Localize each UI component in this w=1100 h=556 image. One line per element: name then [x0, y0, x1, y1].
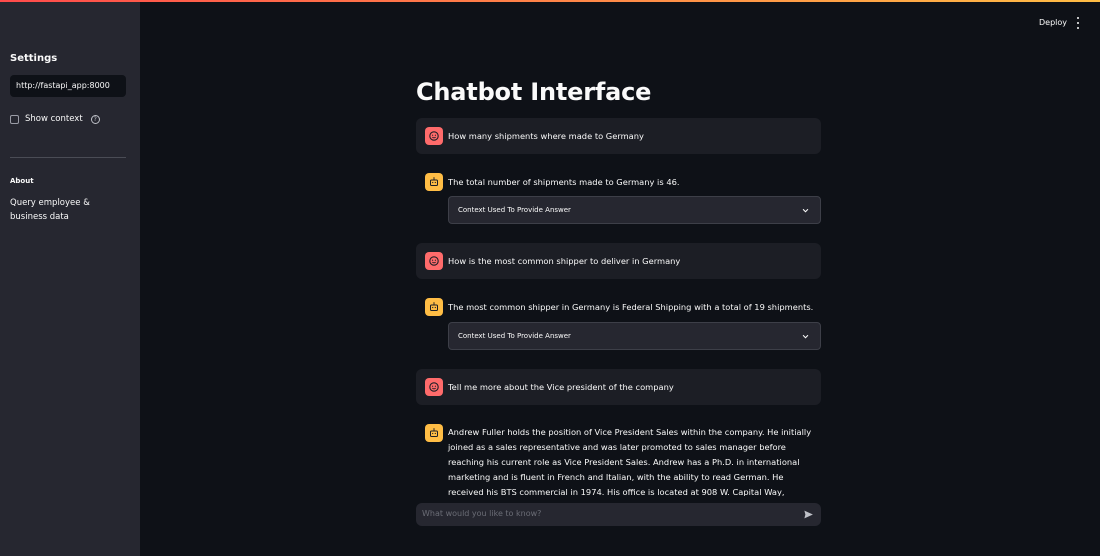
chat-message-assistant: The most common shipper in Germany is Fe… [416, 298, 821, 350]
chat-message-assistant: The total number of shipments made to Ge… [416, 173, 821, 225]
user-avatar-icon [425, 127, 443, 145]
top-accent-bar [0, 0, 1100, 2]
show-context-label: Show context [25, 114, 83, 124]
page-title: Chatbot Interface [416, 78, 652, 106]
message-text: The most common shipper in Germany is Fe… [448, 302, 814, 312]
expander-label: Context Used To Provide Answer [458, 206, 571, 214]
bot-avatar-icon [425, 424, 443, 442]
chat-input[interactable]: What would you like to know? [416, 503, 821, 526]
chevron-down-icon [802, 334, 809, 339]
chat-message-user: Tell me more about the Vice president of… [416, 369, 821, 405]
bot-avatar-icon [425, 298, 443, 316]
message-text: How many shipments where made to Germany [448, 131, 644, 141]
sidebar-divider [10, 157, 126, 158]
question-circle-icon[interactable]: ? [90, 114, 100, 124]
user-avatar-icon [425, 252, 443, 270]
about-text: Query employee & business data [10, 198, 90, 222]
send-icon[interactable] [803, 509, 814, 520]
show-context-checkbox-row[interactable]: Show context ? [10, 113, 100, 125]
user-avatar-icon [425, 378, 443, 396]
chat-message-assistant: Andrew Fuller holds the position of Vice… [416, 424, 821, 496]
vertical-ellipsis-icon[interactable] [1074, 17, 1082, 29]
show-context-checkbox[interactable] [10, 114, 19, 124]
message-text: The total number of shipments made to Ge… [448, 177, 680, 187]
deploy-button[interactable]: Deploy [1033, 15, 1073, 31]
context-expander[interactable]: Context Used To Provide Answer [448, 322, 821, 350]
api-url-input[interactable]: http://fastapi_app:8000 [10, 75, 126, 97]
bot-avatar-icon [425, 173, 443, 191]
chat-input-placeholder: What would you like to know? [422, 509, 542, 518]
context-expander[interactable]: Context Used To Provide Answer [448, 196, 821, 224]
chat-message-user: How is the most common shipper to delive… [416, 243, 821, 279]
chevron-down-icon [802, 208, 809, 213]
chat-message-user: How many shipments where made to Germany [416, 118, 821, 154]
message-text: How is the most common shipper to delive… [448, 256, 681, 266]
about-heading: About [10, 177, 34, 185]
expander-label: Context Used To Provide Answer [458, 332, 571, 340]
message-text: Andrew Fuller holds the position of Vice… [448, 427, 812, 496]
sidebar-title: Settings [10, 53, 58, 64]
sidebar: Settings http://fastapi_app:8000 Show co… [0, 0, 140, 556]
message-text: Tell me more about the Vice president of… [448, 382, 674, 392]
